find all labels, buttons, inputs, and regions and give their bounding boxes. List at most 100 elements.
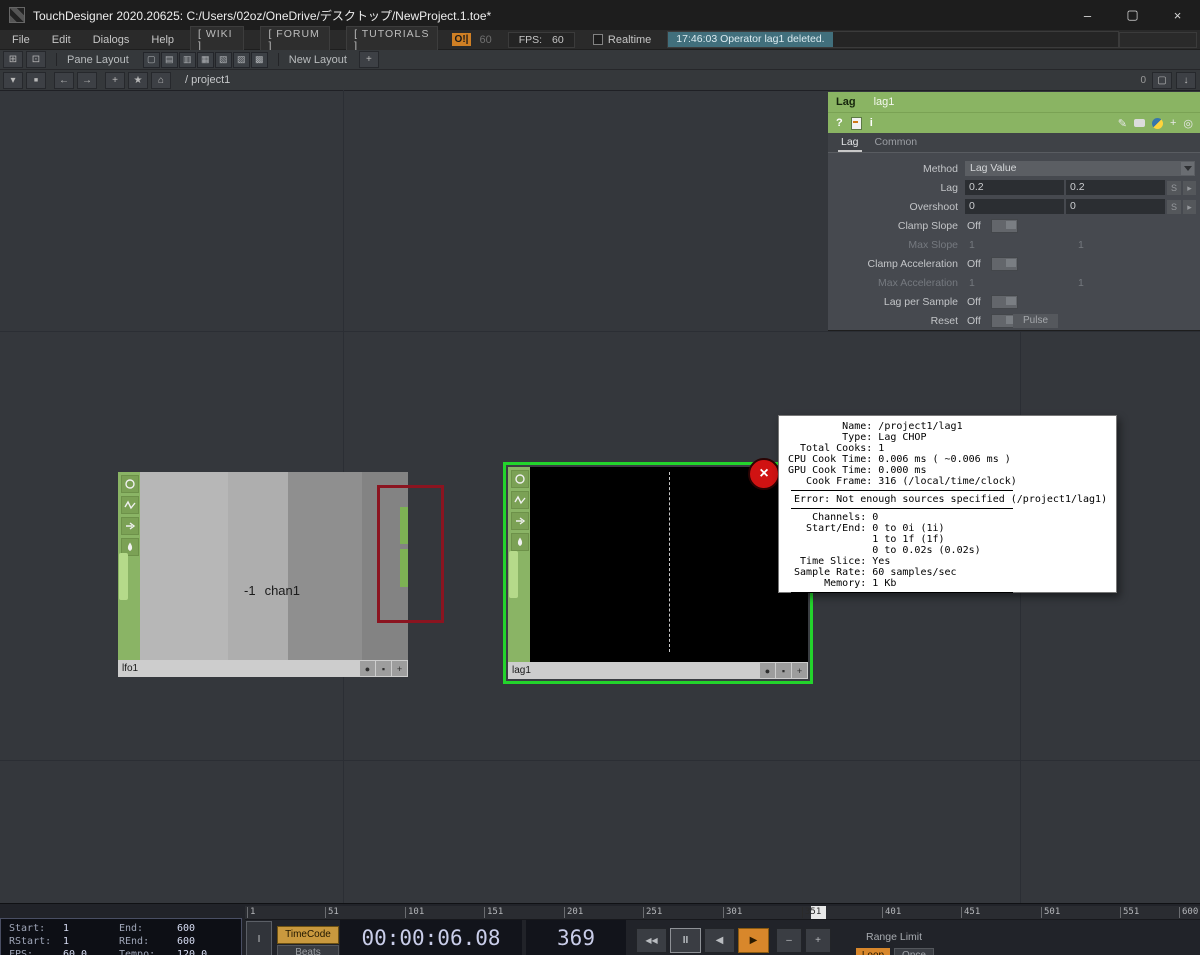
- rend-value[interactable]: 600: [177, 936, 195, 947]
- menu-edit[interactable]: Edit: [52, 34, 71, 46]
- node-resize-icon[interactable]: ▪: [776, 663, 791, 678]
- comment-icon[interactable]: [1133, 119, 1145, 127]
- node-viewer-dot-icon[interactable]: ●: [760, 663, 775, 678]
- node-viewer-dot-icon[interactable]: ●: [360, 661, 375, 676]
- node-expand-icon[interactable]: +: [792, 663, 807, 678]
- overshoot-value-field-1[interactable]: 0: [965, 199, 1064, 214]
- python-help-icon[interactable]: [850, 116, 862, 130]
- play-forward-icon[interactable]: ▶: [738, 928, 769, 953]
- help-icon[interactable]: ?: [836, 117, 843, 129]
- lag-value-field-2[interactable]: 0.2: [1066, 180, 1165, 195]
- pause-icon[interactable]: II: [670, 928, 701, 953]
- menu-file[interactable]: File: [12, 34, 30, 46]
- fps-value[interactable]: 60.0: [63, 949, 87, 955]
- rstart-value[interactable]: 1: [63, 936, 69, 947]
- clamp-slope-toggle[interactable]: [991, 218, 1018, 233]
- node-active-flag[interactable]: [509, 551, 518, 598]
- disabled-value: 1: [969, 238, 975, 251]
- timecode-display[interactable]: 00:00:06.08: [340, 920, 522, 955]
- menu-dialogs[interactable]: Dialogs: [93, 34, 130, 46]
- add-icon[interactable]: +: [105, 71, 125, 89]
- realtime-checkbox[interactable]: [592, 34, 603, 45]
- expand-arrow-button[interactable]: ▸: [1183, 199, 1196, 214]
- layout-preset-icon[interactable]: ▥: [178, 51, 196, 68]
- layout-preset-icon[interactable]: ▩: [250, 51, 268, 68]
- slider-button[interactable]: S: [1167, 180, 1181, 195]
- frame-display[interactable]: 369: [526, 920, 626, 955]
- timeline-settings-panel: Start: 1 End: 600 RStart: 1 REnd: 600 FP…: [0, 918, 242, 955]
- step-forward-icon[interactable]: +: [805, 928, 831, 953]
- pane-menu-icon[interactable]: ▾: [3, 71, 23, 89]
- beats-button[interactable]: Beats: [277, 945, 339, 955]
- tempo-label: Tempo:: [119, 949, 156, 955]
- add-layout-button[interactable]: +: [358, 51, 379, 68]
- go-to-start-icon[interactable]: ◀◀: [636, 928, 667, 953]
- viewer-toggle-icon[interactable]: [511, 470, 529, 488]
- home-icon[interactable]: ⌂: [151, 71, 171, 89]
- export-arrow-icon[interactable]: [121, 517, 139, 535]
- layout-preset-icon[interactable]: ▨: [232, 51, 250, 68]
- info-icon[interactable]: i: [870, 117, 873, 129]
- node-expand-icon[interactable]: +: [392, 661, 407, 676]
- stop-icon[interactable]: ■: [26, 71, 46, 89]
- close-button[interactable]: ×: [1155, 0, 1200, 30]
- pulse-button[interactable]: Pulse: [1013, 313, 1059, 328]
- node-active-flag[interactable]: [119, 553, 128, 600]
- python-globe-icon[interactable]: [1151, 117, 1163, 129]
- add-parameter-icon[interactable]: +: [1170, 117, 1176, 129]
- network-path[interactable]: / project1: [185, 74, 230, 86]
- pane-grid-icon[interactable]: ⊞: [3, 51, 23, 68]
- param-label: Method: [922, 162, 958, 175]
- tab-common[interactable]: Common: [872, 134, 921, 152]
- lag1-chop-viewer[interactable]: [530, 467, 808, 662]
- end-value[interactable]: 600: [177, 923, 195, 934]
- maximize-button[interactable]: ▢: [1110, 0, 1155, 30]
- param-icon-row: ? i ✎ + ◎: [828, 112, 1200, 133]
- start-value[interactable]: 1: [63, 923, 69, 934]
- layout-preset-icon[interactable]: ▤: [160, 51, 178, 68]
- step-back-icon[interactable]: –: [776, 928, 802, 953]
- graph-wave-icon[interactable]: [121, 496, 139, 514]
- loop-button[interactable]: Loop: [856, 948, 890, 955]
- layout-preset-icon[interactable]: ▦: [196, 51, 214, 68]
- edit-pencil-icon[interactable]: ✎: [1118, 117, 1127, 130]
- bookmark-star-icon[interactable]: ★: [128, 71, 148, 89]
- lag-per-sample-toggle[interactable]: [991, 294, 1018, 309]
- once-button[interactable]: Once: [894, 948, 934, 955]
- language-bullseye-icon[interactable]: ◎: [1183, 117, 1193, 130]
- tempo-value[interactable]: 120.0: [177, 949, 207, 955]
- slider-button[interactable]: S: [1167, 199, 1181, 214]
- menu-help[interactable]: Help: [151, 34, 174, 46]
- back-icon[interactable]: ←: [54, 71, 74, 89]
- timeline-ruler[interactable]: 1 51 101 151 201 251 301 351 401 451 501…: [245, 906, 1200, 920]
- timecode-button[interactable]: TimeCode: [277, 926, 339, 944]
- minimize-button[interactable]: –: [1065, 0, 1110, 30]
- export-arrow-icon[interactable]: [511, 512, 529, 530]
- performance-monitor-badge[interactable]: O!|: [451, 33, 472, 46]
- collapse-pane-icon[interactable]: ↓: [1176, 71, 1196, 89]
- layout-preset-icon[interactable]: ▢: [142, 51, 160, 68]
- viewer-toggle-icon[interactable]: [121, 475, 139, 493]
- pane-export-icon[interactable]: ⊡: [26, 51, 46, 68]
- operator-name-field[interactable]: lag1: [874, 96, 895, 108]
- overshoot-value-field-2[interactable]: 0: [1066, 199, 1165, 214]
- graph-wave-icon[interactable]: [511, 491, 529, 509]
- bypass-drop-icon[interactable]: [511, 533, 529, 551]
- lfo1-chop-viewer[interactable]: [140, 472, 408, 660]
- lag-value-field-1[interactable]: 0.2: [965, 180, 1064, 195]
- maximize-pane-icon[interactable]: ▢: [1152, 71, 1172, 89]
- realtime-label: Realtime: [607, 33, 652, 46]
- clamp-acceleration-toggle[interactable]: [991, 256, 1018, 271]
- node-lag1[interactable]: lag1 ● ▪ +: [503, 462, 813, 684]
- layout-preset-icon[interactable]: ▧: [214, 51, 232, 68]
- play-backward-icon[interactable]: ◀: [704, 928, 735, 953]
- independent-time-button[interactable]: I: [246, 921, 272, 955]
- expand-arrow-button[interactable]: ▸: [1183, 180, 1196, 195]
- forward-icon[interactable]: →: [77, 71, 97, 89]
- node-resize-icon[interactable]: ▪: [376, 661, 391, 676]
- node-lfo1[interactable]: -1 chan1 lfo1 ● ▪ +: [118, 472, 408, 677]
- method-dropdown[interactable]: Lag Value: [965, 161, 1195, 176]
- error-badge-icon[interactable]: ×: [748, 458, 780, 490]
- layout-presets: ▢ ▤ ▥ ▦ ▧ ▨ ▩: [142, 51, 268, 68]
- tab-lag[interactable]: Lag: [838, 134, 862, 152]
